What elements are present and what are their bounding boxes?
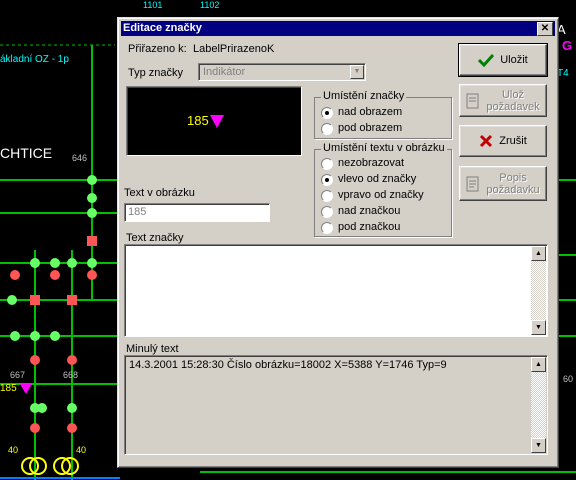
mark-text-scrollbar[interactable]: ▲ ▼	[531, 246, 546, 335]
save-request-label: Ulož požadavek	[486, 88, 540, 113]
bg-label-40b: 40	[76, 445, 87, 455]
radio-label: vlevo od značky	[338, 173, 417, 185]
preview-text: 185	[187, 113, 209, 128]
radio-button[interactable]	[321, 222, 333, 234]
mark-placement-group: Umístění značky nad obrazem pod obrazem	[314, 90, 452, 139]
text-in-image-label: Text v obrázku	[124, 187, 195, 199]
past-text-value: 14.3.2001 15:28:30 Číslo obrázku=18002 X…	[129, 359, 447, 371]
cancel-button-label: Zrušit	[499, 135, 527, 147]
scroll-up-icon[interactable]: ▲	[531, 246, 546, 261]
radio-button[interactable]	[321, 174, 333, 186]
type-label: Typ značky	[128, 67, 184, 79]
assigned-value: LabelPrirazenoK	[193, 43, 275, 55]
mark-placement-title: Umístění značky	[321, 90, 407, 102]
radio-label: pod značkou	[338, 221, 401, 233]
scroll-down-icon[interactable]: ▼	[531, 438, 546, 453]
cancel-button[interactable]: Zrušit	[459, 125, 547, 157]
bg-label-zakladni: ákladní OZ - 1p	[0, 54, 69, 65]
radio-button[interactable]	[321, 190, 333, 202]
type-select-value: Indikátor	[203, 66, 246, 78]
dialog-title: Editace značky	[123, 22, 202, 34]
past-text-scrollbar[interactable]: ▲ ▼	[531, 357, 546, 453]
document-disabled-icon	[466, 93, 479, 108]
bg-label-185: 185	[0, 383, 17, 394]
edit-mark-dialog: Editace značky ✕ Přiřazeno k: LabelPrira…	[117, 17, 559, 468]
triangle-marker-icon	[210, 115, 224, 128]
text-placement-group: Umístění textu v obrázku nezobrazovat vl…	[314, 142, 452, 237]
assigned-label: Přiřazeno k:	[128, 43, 187, 55]
mark-text-label: Text značky	[126, 232, 184, 244]
save-request-button[interactable]: Ulož požadavek	[459, 84, 547, 117]
bg-label-667: 667	[10, 370, 26, 380]
text-placement-title: Umístění textu v obrázku	[321, 142, 447, 154]
bg-label-668: 668	[63, 370, 79, 380]
text-in-image-value: 185	[128, 206, 147, 218]
scroll-up-icon[interactable]: ▲	[531, 357, 546, 372]
chevron-down-icon[interactable]: ▼	[350, 65, 364, 79]
bg-label-1101: 1101	[143, 0, 163, 10]
past-text-label: Minulý text	[126, 343, 179, 355]
bg-label-1102: 1102	[200, 0, 220, 10]
radio-button[interactable]	[321, 107, 333, 119]
dialog-titlebar[interactable]: Editace značky ✕	[121, 21, 555, 36]
radio-label: nad obrazem	[338, 106, 403, 118]
radio-button[interactable]	[321, 123, 333, 135]
radio-label: nezobrazovat	[338, 157, 405, 169]
past-text-area[interactable]: 14.3.2001 15:28:30 Číslo obrázku=18002 X…	[124, 355, 548, 455]
red-x-icon	[480, 134, 493, 148]
bg-label-right-g: G	[562, 38, 573, 53]
radio-button[interactable]	[321, 206, 333, 218]
type-select[interactable]: Indikátor ▼	[198, 63, 366, 81]
radio-label: pod obrazem	[338, 122, 403, 134]
close-icon[interactable]: ✕	[537, 22, 553, 36]
mark-text-area[interactable]: ▲ ▼	[124, 244, 548, 337]
request-description-button[interactable]: Popis požadavku	[459, 166, 547, 201]
radio-label: nad značkou	[338, 205, 401, 217]
save-button-label: Uložit	[500, 54, 528, 66]
request-description-label: Popis požadavku	[486, 171, 540, 196]
bg-label-40a: 40	[8, 445, 19, 455]
bg-label-chtice: CHTICE	[0, 145, 53, 161]
save-button[interactable]: Uložit	[458, 43, 548, 77]
radio-button[interactable]	[321, 158, 333, 170]
radio-label: vpravo od značky	[338, 189, 424, 201]
text-in-image-field[interactable]: 185	[124, 203, 270, 222]
checkmark-icon	[478, 53, 495, 67]
document-disabled-icon	[466, 176, 479, 191]
bg-label-646: 646	[72, 153, 88, 163]
scroll-down-icon[interactable]: ▼	[531, 320, 546, 335]
bg-label-right-60: 60	[563, 374, 574, 384]
mark-preview: 185	[126, 86, 302, 156]
